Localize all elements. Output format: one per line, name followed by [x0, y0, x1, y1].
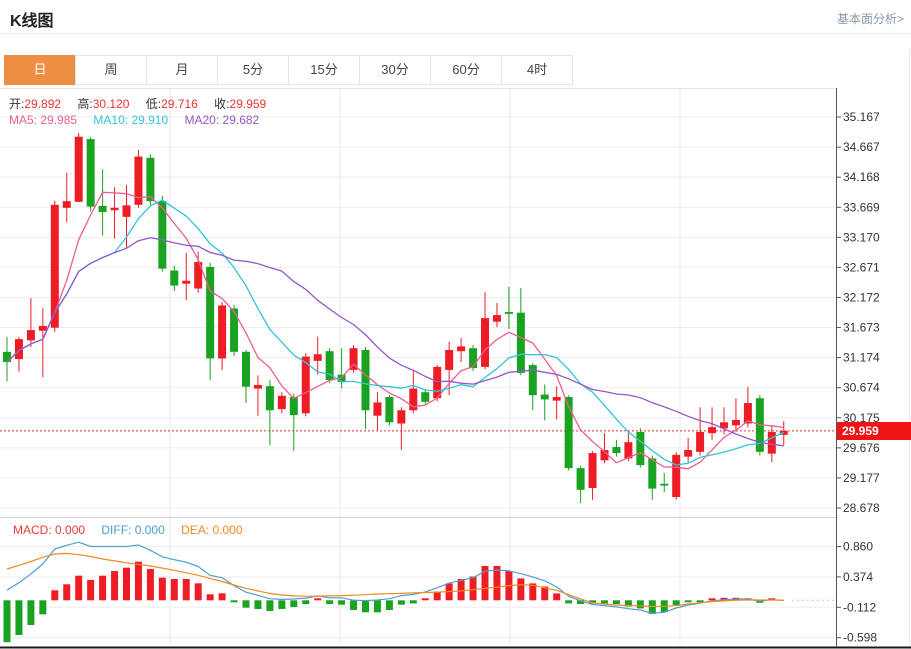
- ma5-readout: MA5: 29.985: [9, 113, 77, 127]
- current-price-tag: 29.959: [837, 422, 911, 440]
- high-readout: 高:30.120: [77, 97, 129, 111]
- low-readout: 低:29.716: [146, 97, 198, 111]
- svg-text:0.860: 0.860: [843, 540, 873, 554]
- ma10-line: [7, 200, 784, 465]
- svg-text:32.172: 32.172: [843, 290, 880, 304]
- svg-text:29.177: 29.177: [843, 471, 880, 485]
- close-readout: 收:29.959: [214, 97, 266, 111]
- tab-5min[interactable]: 5分: [217, 55, 289, 85]
- svg-text:31.673: 31.673: [843, 321, 880, 335]
- macd-readout: MACD: 0.000: [13, 523, 85, 537]
- svg-text:28.678: 28.678: [843, 501, 880, 515]
- tab-15min[interactable]: 15分: [288, 55, 360, 85]
- svg-text:30.674: 30.674: [843, 381, 880, 395]
- tab-month[interactable]: 月: [146, 55, 218, 85]
- svg-text:35.167: 35.167: [843, 110, 880, 124]
- price-axis-labels: 35.167 34.667 34.168 33.669 33.170 32.671 32.1…: [836, 110, 880, 515]
- svg-text:29.676: 29.676: [843, 441, 880, 455]
- svg-text:34.168: 34.168: [843, 170, 880, 184]
- ma20-readout: MA20: 29.682: [184, 113, 259, 127]
- tab-4hour[interactable]: 4时: [501, 55, 573, 85]
- svg-text:0.374: 0.374: [843, 570, 873, 584]
- dea-readout: DEA: 0.000: [181, 523, 242, 537]
- main-grid: [0, 88, 836, 645]
- interval-tab-bar: 日 周 月 5分 15分 30分 60分 4时: [5, 55, 573, 85]
- ma10-readout: MA10: 29.910: [93, 113, 168, 127]
- macd-histogram: [4, 562, 776, 643]
- svg-text:-0.112: -0.112: [843, 600, 876, 614]
- tab-week[interactable]: 周: [75, 55, 147, 85]
- macd-axis-labels: 0.860 0.374 -0.112 -0.598: [836, 540, 877, 645]
- tab-60min[interactable]: 60分: [430, 55, 502, 85]
- svg-text:-0.598: -0.598: [843, 631, 877, 645]
- tab-30min[interactable]: 30分: [359, 55, 431, 85]
- ma-legend: MA5: 29.985 MA10: 29.910 MA20: 29.682: [9, 113, 272, 127]
- open-readout: 开:29.892: [9, 97, 61, 111]
- svg-text:33.669: 33.669: [843, 200, 880, 214]
- ma20-line: [7, 238, 784, 446]
- tab-day[interactable]: 日: [4, 55, 76, 85]
- ohlc-legend: 开:29.892 高:30.120 低:29.716 收:29.959: [9, 95, 279, 112]
- ma5-line: [7, 192, 784, 469]
- macd-legend: MACD: 0.000 DIFF: 0.000 DEA: 0.000: [13, 523, 256, 537]
- svg-text:33.170: 33.170: [843, 230, 880, 244]
- svg-text:32.671: 32.671: [843, 260, 880, 274]
- svg-text:31.174: 31.174: [843, 351, 880, 365]
- svg-text:34.667: 34.667: [843, 140, 880, 154]
- diff-readout: DIFF: 0.000: [101, 523, 164, 537]
